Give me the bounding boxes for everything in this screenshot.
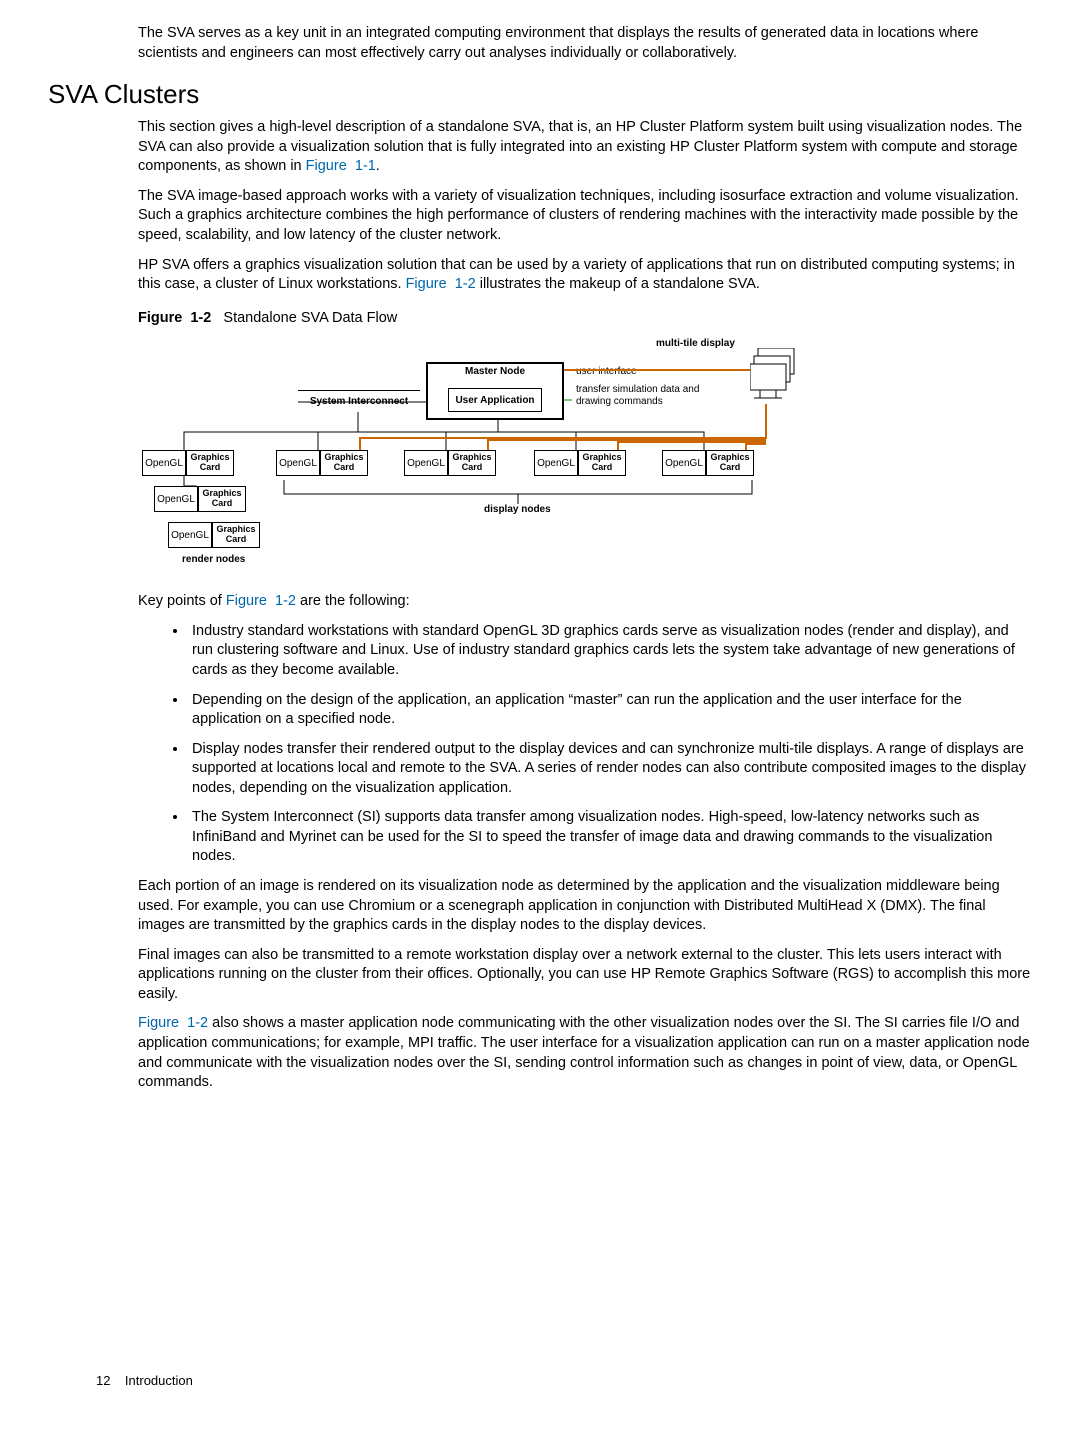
graphics-card-box: Graphics Card — [198, 486, 246, 512]
key-points-intro: Key points of Figure 1-2 are the followi… — [138, 592, 1032, 612]
figure-1-2-link[interactable]: Figure 1-2 — [406, 276, 476, 292]
key-points-text-a: Key points of — [138, 593, 226, 609]
list-item: Depending on the design of the applicati… — [188, 691, 1032, 730]
opengl-box: OpenGL — [534, 450, 578, 476]
list-item: Industry standard workstations with stan… — [188, 622, 1032, 681]
paragraph-5: Final images can also be transmitted to … — [138, 946, 1032, 1005]
paragraph-3: HP SVA offers a graphics visualization s… — [138, 256, 1032, 295]
figure-label-rest: Standalone SVA Data Flow — [211, 310, 397, 326]
opengl-box: OpenGL — [276, 450, 320, 476]
paragraph-1-text-a: This section gives a high-level descript… — [138, 119, 1022, 174]
paragraph-6: Figure 1-2 also shows a master applicati… — [138, 1014, 1032, 1092]
graphics-card-box: Graphics Card — [706, 450, 754, 476]
opengl-box: OpenGL — [404, 450, 448, 476]
page-footer: 12 Introduction — [96, 1372, 193, 1390]
paragraph-4: Each portion of an image is rendered on … — [138, 877, 1032, 936]
intro-paragraph: The SVA serves as a key unit in an integ… — [138, 24, 1032, 63]
key-points-list: Industry standard workstations with stan… — [138, 622, 1032, 867]
graphics-card-box: Graphics Card — [448, 450, 496, 476]
opengl-box: OpenGL — [662, 450, 706, 476]
opengl-box: OpenGL — [154, 486, 198, 512]
display-nodes-label: display nodes — [484, 504, 551, 516]
paragraph-3-text-b: illustrates the makeup of a standalone S… — [476, 276, 760, 292]
page-number: 12 — [96, 1373, 110, 1388]
graphics-card-box: Graphics Card — [578, 450, 626, 476]
paragraph-1: This section gives a high-level descript… — [138, 118, 1032, 177]
graphics-card-box: Graphics Card — [320, 450, 368, 476]
figure-1-1-link[interactable]: Figure 1-1 — [306, 158, 376, 174]
section-heading: SVA Clusters — [48, 77, 1032, 112]
footer-section: Introduction — [125, 1373, 193, 1388]
graphics-card-box: Graphics Card — [212, 522, 260, 548]
paragraph-6-text: also shows a master application node com… — [138, 1015, 1030, 1090]
figure-caption: Figure 1-2 Standalone SVA Data Flow — [138, 309, 1032, 329]
paragraph-2: The SVA image-based approach works with … — [138, 187, 1032, 246]
paragraph-1-text-b: . — [376, 158, 380, 174]
figure-1-2-diagram: multi-tile display Master Node User Appl… — [138, 338, 858, 578]
render-nodes-label: render nodes — [182, 554, 245, 566]
list-item: The System Interconnect (SI) supports da… — [188, 808, 1032, 867]
figure-1-2-link[interactable]: Figure 1-2 — [226, 593, 296, 609]
figure-1-2-link[interactable]: Figure 1-2 — [138, 1015, 208, 1031]
key-points-text-b: are the following: — [296, 593, 410, 609]
graphics-card-box: Graphics Card — [186, 450, 234, 476]
figure-label-bold: Figure 1-2 — [138, 310, 211, 326]
opengl-box: OpenGL — [168, 522, 212, 548]
list-item: Display nodes transfer their rendered ou… — [188, 740, 1032, 799]
opengl-box: OpenGL — [142, 450, 186, 476]
